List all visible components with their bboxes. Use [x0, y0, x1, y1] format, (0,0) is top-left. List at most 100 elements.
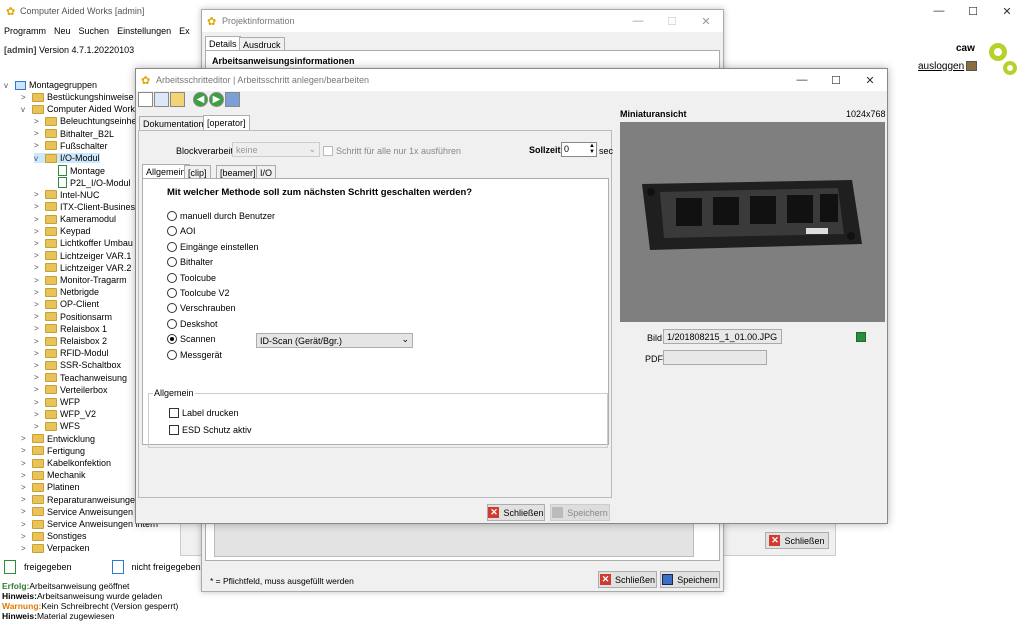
menu-einstellungen[interactable]: Einstellungen	[117, 26, 171, 36]
chevron-right-icon[interactable]: >	[21, 520, 29, 529]
chevron-right-icon[interactable]: >	[34, 251, 42, 260]
tree-item[interactable]: > Bithalter_B2L	[34, 129, 114, 139]
chevron-right-icon[interactable]: >	[34, 227, 42, 236]
chevron-right-icon[interactable]: >	[34, 398, 42, 407]
tab-dokumentation[interactable]: Dokumentation	[139, 116, 208, 131]
tree-item[interactable]: > Teachanweisung	[34, 373, 127, 383]
tree-item[interactable]: > Relaisbox 2	[34, 336, 107, 346]
radio-button[interactable]	[167, 318, 177, 329]
radio-button[interactable]	[167, 257, 177, 268]
back-arrow-icon[interactable]: ◀	[193, 92, 208, 107]
chevron-right-icon[interactable]: >	[21, 507, 29, 516]
chevron-right-icon[interactable]: >	[34, 361, 42, 370]
chevron-right-icon[interactable]: >	[34, 324, 42, 333]
projekt-save-button[interactable]: Speichern	[660, 571, 720, 588]
tree-item[interactable]: > WFP_V2	[34, 409, 96, 419]
chevron-right-icon[interactable]: >	[34, 190, 42, 199]
chevron-right-icon[interactable]: >	[34, 373, 42, 382]
chevron-right-icon[interactable]: >	[34, 422, 42, 431]
chevron-right-icon[interactable]: >	[21, 471, 29, 480]
method-option[interactable]: Deskshot	[167, 318, 218, 329]
tree-item[interactable]: > Lichtzeiger VAR.2	[34, 263, 131, 273]
tree-item[interactable]: > Relaisbox 1	[34, 324, 107, 334]
tree-item[interactable]: > Verteilerbox	[34, 385, 108, 395]
logout-icon[interactable]	[966, 61, 977, 71]
tree-item[interactable]: > RFID-Modul	[34, 348, 109, 358]
menu-extras[interactable]: Ex	[179, 26, 190, 36]
minimize-icon[interactable]: —	[621, 10, 655, 32]
chevron-right-icon[interactable]: >	[34, 202, 42, 211]
method-option[interactable]: Eingänge einstellen	[167, 241, 259, 252]
maximize-icon[interactable]: ☐	[655, 10, 689, 32]
tree-item[interactable]: > Reparaturanweisungen	[21, 495, 140, 505]
image-doc-icon[interactable]	[154, 92, 169, 107]
method-option[interactable]: Verschrauben	[167, 303, 236, 314]
tree-item[interactable]: > Intel-NUC	[34, 190, 100, 200]
menu-neu[interactable]: Neu	[54, 26, 71, 36]
save-image-icon[interactable]	[856, 332, 866, 342]
menu-suchen[interactable]: Suchen	[79, 26, 110, 36]
minimize-icon[interactable]: —	[785, 69, 819, 91]
chevron-right-icon[interactable]: >	[34, 349, 42, 358]
chevron-right-icon[interactable]: >	[34, 215, 42, 224]
tree-item[interactable]: > WFS	[34, 421, 80, 431]
tree-item[interactable]: > Keypad	[34, 226, 91, 236]
radio-button[interactable]	[167, 272, 177, 283]
minimize-icon[interactable]: —	[922, 0, 956, 22]
radio-button[interactable]	[167, 226, 177, 237]
chevron-right-icon[interactable]: >	[34, 129, 42, 138]
bg-close-button[interactable]: ✕ Schließen	[765, 532, 829, 549]
maximize-icon[interactable]: ☐	[956, 0, 990, 22]
tree-item[interactable]: P2L_I/O-Modul	[47, 177, 131, 189]
method-option[interactable]: AOI	[167, 226, 196, 237]
tree-item[interactable]: > Fußschalter	[34, 141, 108, 151]
chevron-down-icon[interactable]: v	[4, 81, 12, 90]
chevron-right-icon[interactable]: >	[21, 459, 29, 468]
forward-arrow-icon[interactable]: ▶	[209, 92, 224, 107]
tree-item[interactable]: > Kameramodul	[34, 214, 116, 224]
radio-button[interactable]	[167, 349, 177, 360]
new-doc-icon[interactable]	[138, 92, 153, 107]
subtab-allgemein[interactable]: Allgemein	[142, 164, 190, 179]
chevron-right-icon[interactable]: >	[21, 446, 29, 455]
tree-item[interactable]: > Lichtkoffer Umbau	[34, 238, 133, 248]
chevron-right-icon[interactable]: >	[21, 544, 29, 553]
chevron-right-icon[interactable]: >	[21, 93, 29, 102]
tree-item[interactable]: > Verpacken	[21, 543, 90, 553]
tree-item[interactable]: > ITX-Client-Business	[34, 202, 140, 212]
chevron-right-icon[interactable]: >	[34, 141, 42, 150]
projekt-close-button[interactable]: ✕ Schließen	[598, 571, 657, 588]
tree-item[interactable]: > Netbrigde	[34, 287, 99, 297]
menu-programm[interactable]: Programm	[4, 26, 46, 36]
tree-item[interactable]: > Service Anweisungen e	[21, 507, 141, 517]
radio-button[interactable]	[167, 241, 177, 252]
tree-item[interactable]: > Mechanik	[21, 470, 86, 480]
label-print-checkbox[interactable]	[169, 408, 179, 418]
chevron-right-icon[interactable]: >	[34, 117, 42, 126]
editor-save-button[interactable]: Speichern	[550, 504, 610, 521]
tree-item[interactable]: > Entwicklung	[21, 434, 95, 444]
radio-button[interactable]	[167, 211, 177, 221]
chevron-right-icon[interactable]: >	[34, 312, 42, 321]
chevron-right-icon[interactable]: >	[21, 495, 29, 504]
tree-item[interactable]: v I/O-Modul	[34, 153, 100, 163]
tree-item[interactable]: > Fertigung	[21, 446, 85, 456]
tree-item[interactable]: > Bestückungshinweise	[21, 92, 134, 102]
tree-item[interactable]: > SSR-Schaltbox	[34, 360, 121, 370]
chevron-right-icon[interactable]: >	[21, 532, 29, 541]
spinner-icon[interactable]: ▲ ▼	[589, 143, 595, 155]
tree-item[interactable]: > Platinen	[21, 482, 80, 492]
chevron-right-icon[interactable]: >	[34, 288, 42, 297]
chevron-right-icon[interactable]: >	[21, 434, 29, 443]
monitor-icon[interactable]	[225, 92, 240, 107]
bild-field[interactable]: 1/201808215_1_01.00.JPG	[663, 329, 782, 344]
maximize-icon[interactable]: ☐	[819, 69, 853, 91]
esd-checkbox[interactable]	[169, 425, 179, 435]
chevron-down-icon[interactable]: v	[21, 105, 29, 114]
close-icon[interactable]: ✕	[689, 10, 723, 32]
open-folder-icon[interactable]	[170, 92, 185, 107]
chevron-right-icon[interactable]: >	[21, 483, 29, 492]
close-icon[interactable]: ✕	[990, 0, 1024, 22]
tree-item[interactable]: > Sonstiges	[21, 531, 87, 541]
block-select[interactable]: keine ⌄	[232, 142, 320, 157]
